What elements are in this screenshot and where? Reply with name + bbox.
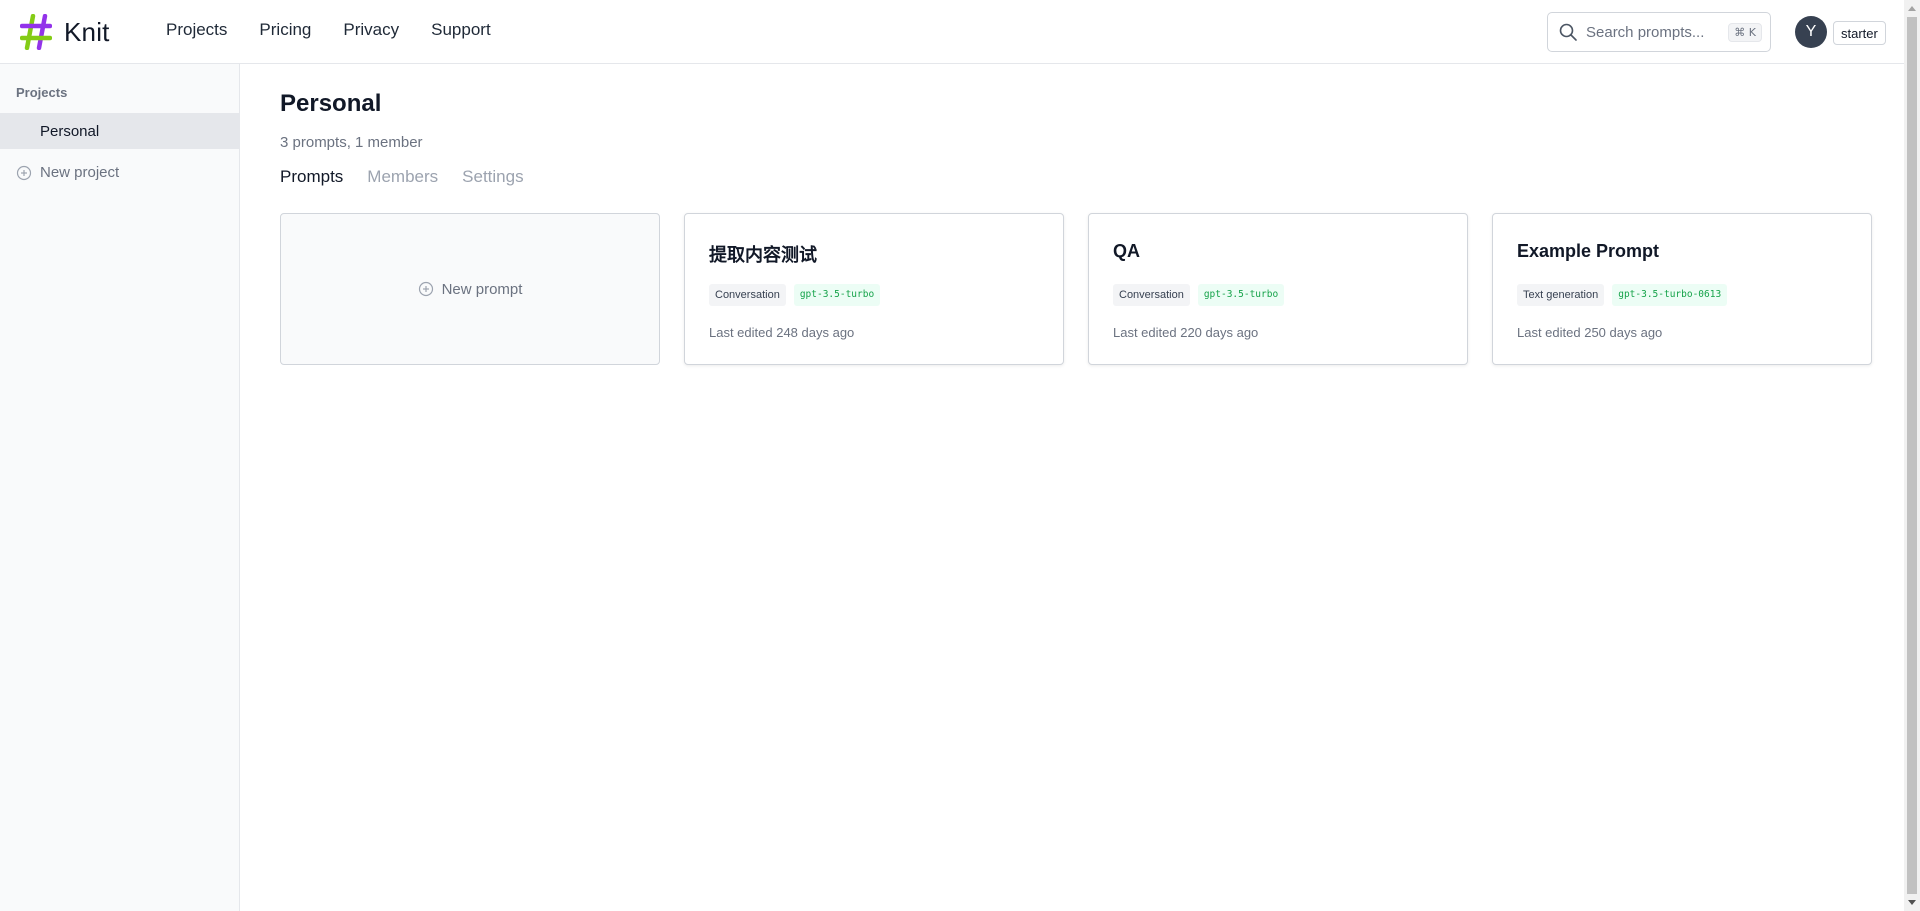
tab-settings[interactable]: Settings bbox=[462, 167, 523, 187]
plan-badge: starter bbox=[1833, 21, 1886, 45]
project-summary: 3 prompts, 1 member bbox=[280, 134, 423, 151]
scroll-up-arrow-icon[interactable] bbox=[1904, 0, 1920, 16]
prompt-type-badge: Conversation bbox=[1113, 284, 1190, 306]
model-badge: gpt-3.5-turbo-0613 bbox=[1612, 284, 1728, 306]
scroll-down-arrow-icon[interactable] bbox=[1904, 895, 1920, 911]
last-edited-text: Last edited 248 days ago bbox=[709, 325, 855, 340]
search-icon bbox=[1559, 23, 1577, 41]
search-input[interactable]: Search prompts... ⌘ K bbox=[1547, 12, 1771, 52]
prompt-card[interactable]: 提取内容测试 Conversation gpt-3.5-turbo Last e… bbox=[684, 213, 1064, 365]
prompt-grid: New prompt 提取内容测试 Conversation gpt-3.5-t… bbox=[280, 213, 1872, 365]
new-project-label: New project bbox=[40, 164, 120, 181]
project-tabs: Prompts Members Settings bbox=[280, 167, 524, 187]
prompt-title: Example Prompt bbox=[1517, 241, 1660, 261]
model-badge: gpt-3.5-turbo bbox=[1197, 284, 1285, 306]
page-title: Personal bbox=[280, 90, 382, 117]
prompt-tags: Conversation gpt-3.5-turbo bbox=[1113, 284, 1285, 306]
plus-circle-icon bbox=[418, 281, 433, 297]
prompt-tags: Conversation gpt-3.5-turbo bbox=[709, 284, 881, 306]
prompt-card[interactable]: Example Prompt Text generation gpt-3.5-t… bbox=[1492, 213, 1872, 365]
logo-link[interactable]: Knit bbox=[20, 14, 110, 50]
brand-name: Knit bbox=[64, 16, 110, 47]
search-placeholder: Search prompts... bbox=[1586, 23, 1705, 41]
vertical-scrollbar[interactable] bbox=[1904, 0, 1920, 911]
nav-pricing-link[interactable]: Pricing bbox=[259, 20, 311, 40]
scrollbar-thumb[interactable] bbox=[1907, 17, 1917, 894]
nav-privacy-link[interactable]: Privacy bbox=[343, 20, 399, 40]
last-edited-text: Last edited 250 days ago bbox=[1517, 325, 1663, 340]
model-badge: gpt-3.5-turbo bbox=[793, 284, 881, 306]
prompt-type-badge: Conversation bbox=[709, 284, 786, 306]
sidebar-item-label: Personal bbox=[40, 122, 100, 140]
sidebar-item-personal[interactable]: Personal bbox=[0, 113, 239, 149]
nav-support-link[interactable]: Support bbox=[431, 20, 491, 40]
last-edited-text: Last edited 220 days ago bbox=[1113, 325, 1259, 340]
sidebar: Projects Personal New project bbox=[0, 64, 240, 911]
prompt-title: QA bbox=[1113, 241, 1140, 261]
prompt-type-badge: Text generation bbox=[1517, 284, 1605, 306]
nav-projects-link[interactable]: Projects bbox=[166, 20, 227, 40]
main-nav: Projects Pricing Privacy Support bbox=[166, 20, 491, 40]
tab-members[interactable]: Members bbox=[367, 167, 438, 187]
tab-prompts[interactable]: Prompts bbox=[280, 167, 343, 187]
new-prompt-label: New prompt bbox=[441, 280, 523, 298]
prompt-title: 提取内容测试 bbox=[709, 245, 817, 265]
new-project-button[interactable]: New project bbox=[16, 164, 119, 181]
user-avatar[interactable]: Y bbox=[1795, 16, 1827, 48]
new-prompt-card[interactable]: New prompt bbox=[280, 213, 660, 365]
knit-hash-logo-icon bbox=[20, 14, 52, 50]
sidebar-title: Projects bbox=[16, 85, 68, 100]
top-navigation-bar: Knit Projects Pricing Privacy Support Se… bbox=[0, 0, 1904, 64]
prompt-tags: Text generation gpt-3.5-turbo-0613 bbox=[1517, 284, 1728, 306]
keyboard-shortcut-hint: ⌘ K bbox=[1728, 22, 1762, 42]
prompt-card[interactable]: QA Conversation gpt-3.5-turbo Last edite… bbox=[1088, 213, 1468, 365]
plus-circle-icon bbox=[16, 165, 32, 180]
